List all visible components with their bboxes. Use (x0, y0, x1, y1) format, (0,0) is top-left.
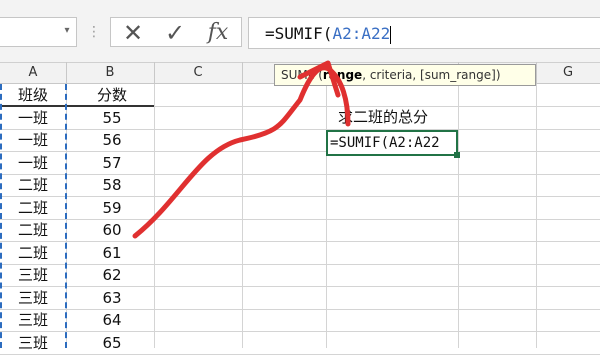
drag-handle-icon[interactable]: ⋮ (87, 20, 101, 44)
enter-icon[interactable]: ✓ (160, 19, 190, 47)
cell-b[interactable]: 分数 (70, 84, 154, 106)
chevron-down-icon[interactable]: ▾ (60, 22, 74, 40)
formula-range-ref: A2:A22 (332, 24, 391, 43)
column-separator[interactable] (536, 62, 537, 84)
cell-b[interactable]: 57 (70, 152, 154, 174)
cell-b[interactable]: 64 (70, 309, 154, 331)
grid-hline (0, 353, 600, 355)
column-header-c[interactable]: C (154, 62, 242, 84)
cancel-icon[interactable]: ✕ (118, 19, 148, 47)
cell-b[interactable]: 63 (70, 287, 154, 309)
column-header-g[interactable]: G (536, 62, 600, 84)
cell-b[interactable]: 65 (70, 332, 154, 354)
cell-b[interactable]: 59 (70, 197, 154, 219)
tooltip-function: SUMIF( (281, 68, 323, 82)
column-separator[interactable] (154, 62, 155, 84)
cell-b[interactable]: 62 (70, 264, 154, 286)
label-cell[interactable]: 求二班的总分 (330, 106, 460, 128)
formula-input[interactable]: =SUMIF(A2:A22 (248, 17, 600, 49)
copy-range-border-left (0, 84, 68, 348)
text-cursor (390, 25, 392, 44)
function-tooltip: SUMIF(range, criteria, [sum_range]) (274, 64, 536, 86)
column-separator[interactable] (66, 62, 67, 84)
cell-b[interactable]: 61 (70, 242, 154, 264)
column-header-a[interactable]: A (0, 62, 66, 84)
active-cell[interactable]: =SUMIF(A2:A22 (326, 130, 458, 156)
tooltip-args: , criteria, [sum_range]) (362, 68, 501, 82)
insert-function-button[interactable]: fx (200, 19, 236, 47)
cell-b[interactable]: 56 (70, 129, 154, 151)
column-header-b[interactable]: B (66, 62, 154, 84)
formula-text: =SUMIF( (265, 24, 333, 43)
tooltip-arg-range[interactable]: range (323, 68, 362, 82)
cell-b[interactable]: 58 (70, 174, 154, 196)
column-separator[interactable] (242, 62, 243, 84)
copy-range-border-right (65, 84, 69, 348)
fill-handle[interactable] (454, 152, 460, 158)
cell-b[interactable]: 60 (70, 219, 154, 241)
cell-b[interactable]: 55 (70, 107, 154, 129)
